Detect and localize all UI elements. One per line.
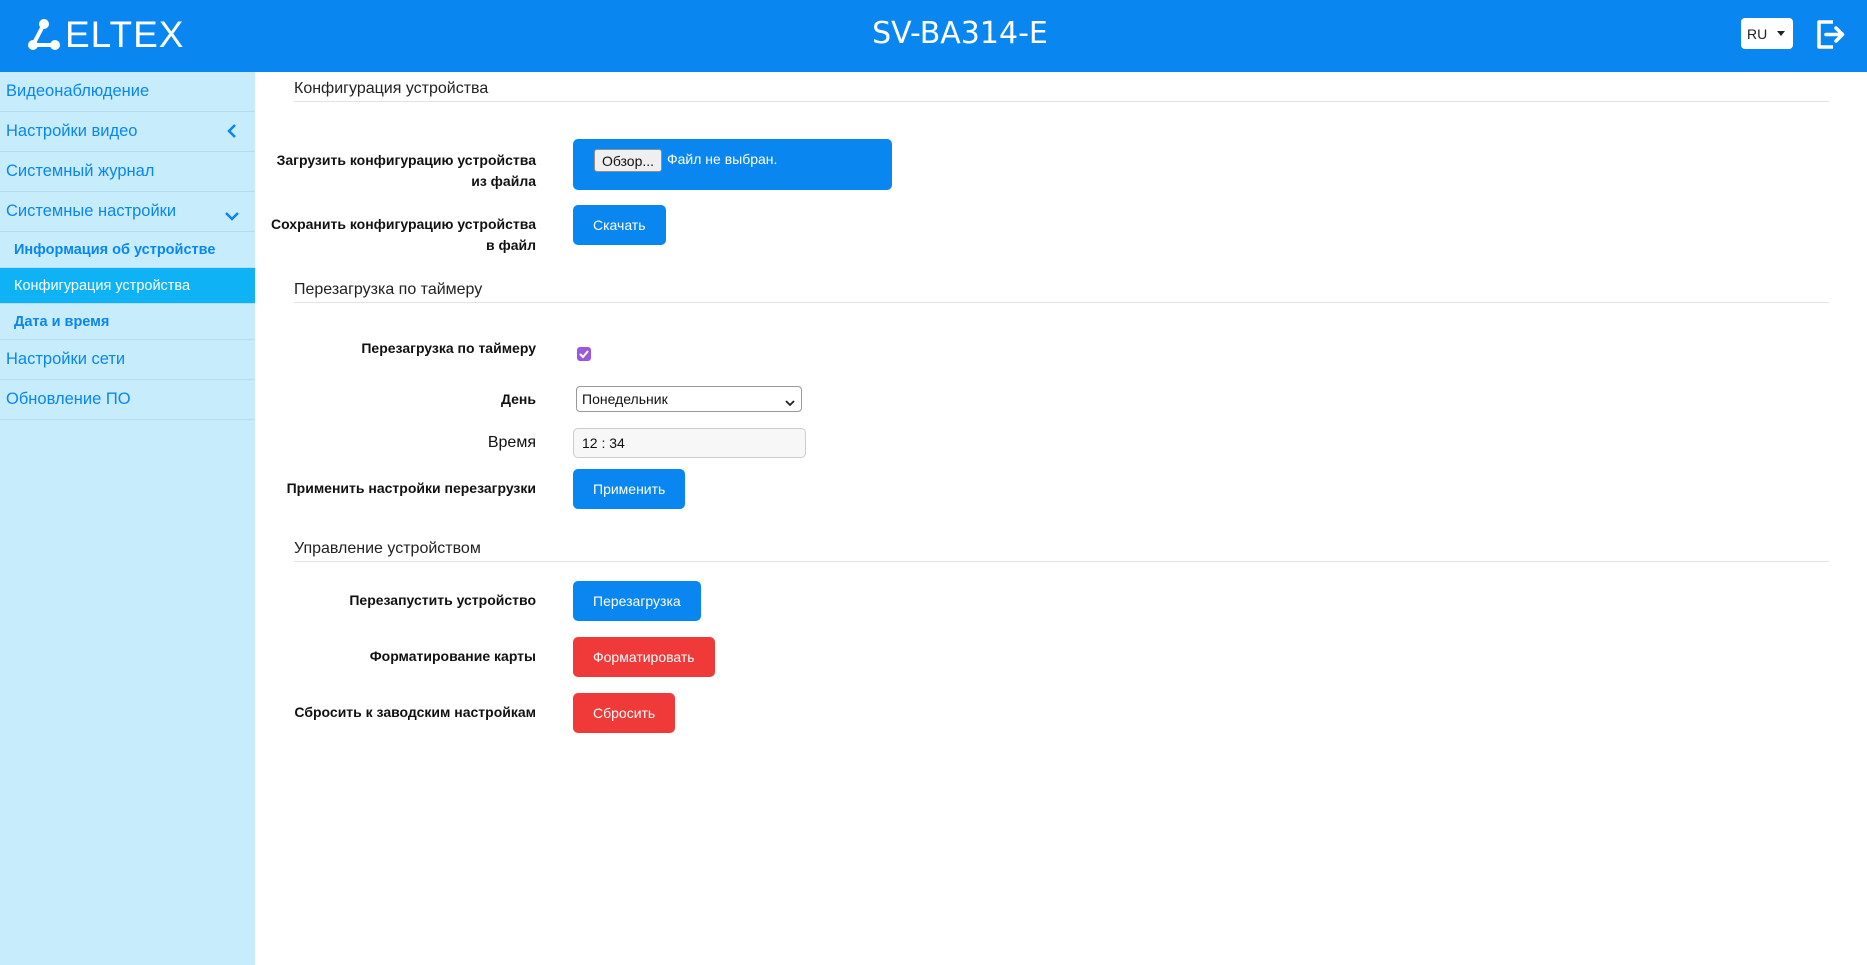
logout-icon[interactable]	[1813, 18, 1846, 51]
device-title: SV-BA314-E	[0, 16, 1867, 51]
day-select-value: Понедельник	[582, 391, 668, 407]
check-icon	[579, 350, 589, 359]
sidebar-item-network-settings[interactable]: Настройки сети	[0, 340, 255, 380]
timer-enable-label: Перезагрузка по таймеру	[361, 340, 536, 356]
upload-config-label: Загрузить конфигурацию устройства из фай…	[276, 152, 536, 189]
restart-label: Перезапустить устройство	[349, 592, 536, 608]
sidebar-item-label: Системные настройки	[6, 202, 177, 220]
sidebar-item-label: Информация об устройстве	[14, 241, 216, 258]
restart-button[interactable]: Перезагрузка	[573, 581, 701, 621]
time-label: Время	[487, 434, 536, 451]
sidebar-item-system-settings[interactable]: Системные настройки	[0, 192, 255, 232]
day-label: День	[501, 391, 536, 407]
apply-reboot-label: Применить настройки перезагрузки	[286, 480, 536, 496]
caret-down-icon	[1777, 31, 1785, 36]
section-title-config: Конфигурация устройства	[294, 80, 1829, 102]
main-content: Конфигурация устройства Загрузить конфиг…	[255, 72, 1867, 965]
sidebar-item-label: Системный журнал	[6, 162, 155, 180]
factory-reset-label: Сбросить к заводским настройкам	[294, 704, 536, 720]
sidebar-item-label: Видеонаблюдение	[6, 82, 150, 100]
file-status-text: Файл не выбран.	[667, 151, 778, 167]
timer-enable-checkbox[interactable]	[577, 347, 591, 361]
save-config-label: Сохранить конфигурацию устройства в файл	[270, 216, 536, 253]
download-button[interactable]: Скачать	[573, 205, 666, 245]
chevron-left-icon	[227, 124, 237, 143]
time-input[interactable]: 12 : 34	[573, 428, 806, 458]
format-card-label: Форматирование карты	[369, 648, 536, 664]
day-select[interactable]: Понедельник	[576, 386, 802, 412]
file-upload-field: Обзор... Файл не выбран.	[573, 139, 892, 190]
section-title-control: Управление устройством	[294, 540, 1829, 562]
sidebar-item-firmware-update[interactable]: Обновление ПО	[0, 380, 255, 420]
sidebar-item-video-surveillance[interactable]: Видеонаблюдение	[0, 72, 255, 112]
top-header: ELTEX SV-BA314-E RU	[0, 0, 1867, 72]
browse-button[interactable]: Обзор...	[594, 149, 662, 172]
language-value: RU	[1747, 25, 1768, 42]
sidebar-item-label: Настройки видео	[6, 122, 138, 140]
sidebar-item-system-log[interactable]: Системный журнал	[0, 152, 255, 192]
chevron-down-icon	[225, 207, 239, 226]
sidebar-subitem-device-info[interactable]: Информация об устройстве	[0, 232, 255, 268]
sidebar-item-label: Дата и время	[14, 313, 110, 330]
reset-button[interactable]: Сбросить	[573, 693, 676, 733]
section-title-timer: Перезагрузка по таймеру	[294, 281, 1829, 303]
sidebar-item-label: Обновление ПО	[6, 390, 131, 408]
sidebar-subitem-date-time[interactable]: Дата и время	[0, 304, 255, 340]
sidebar-item-video-settings[interactable]: Настройки видео	[0, 112, 255, 152]
apply-button[interactable]: Применить	[573, 469, 686, 509]
sidebar: Видеонаблюдение Настройки видео Системны…	[0, 72, 255, 965]
format-button[interactable]: Форматировать	[573, 637, 715, 677]
language-select[interactable]: RU	[1741, 18, 1793, 49]
sidebar-item-label: Конфигурация устройства	[14, 277, 191, 294]
sidebar-item-label: Настройки сети	[6, 350, 126, 368]
device-title-text: SV-BA314-E	[872, 16, 1048, 51]
chevron-down-icon	[785, 394, 795, 410]
sidebar-subitem-device-config[interactable]: Конфигурация устройства	[0, 268, 255, 304]
